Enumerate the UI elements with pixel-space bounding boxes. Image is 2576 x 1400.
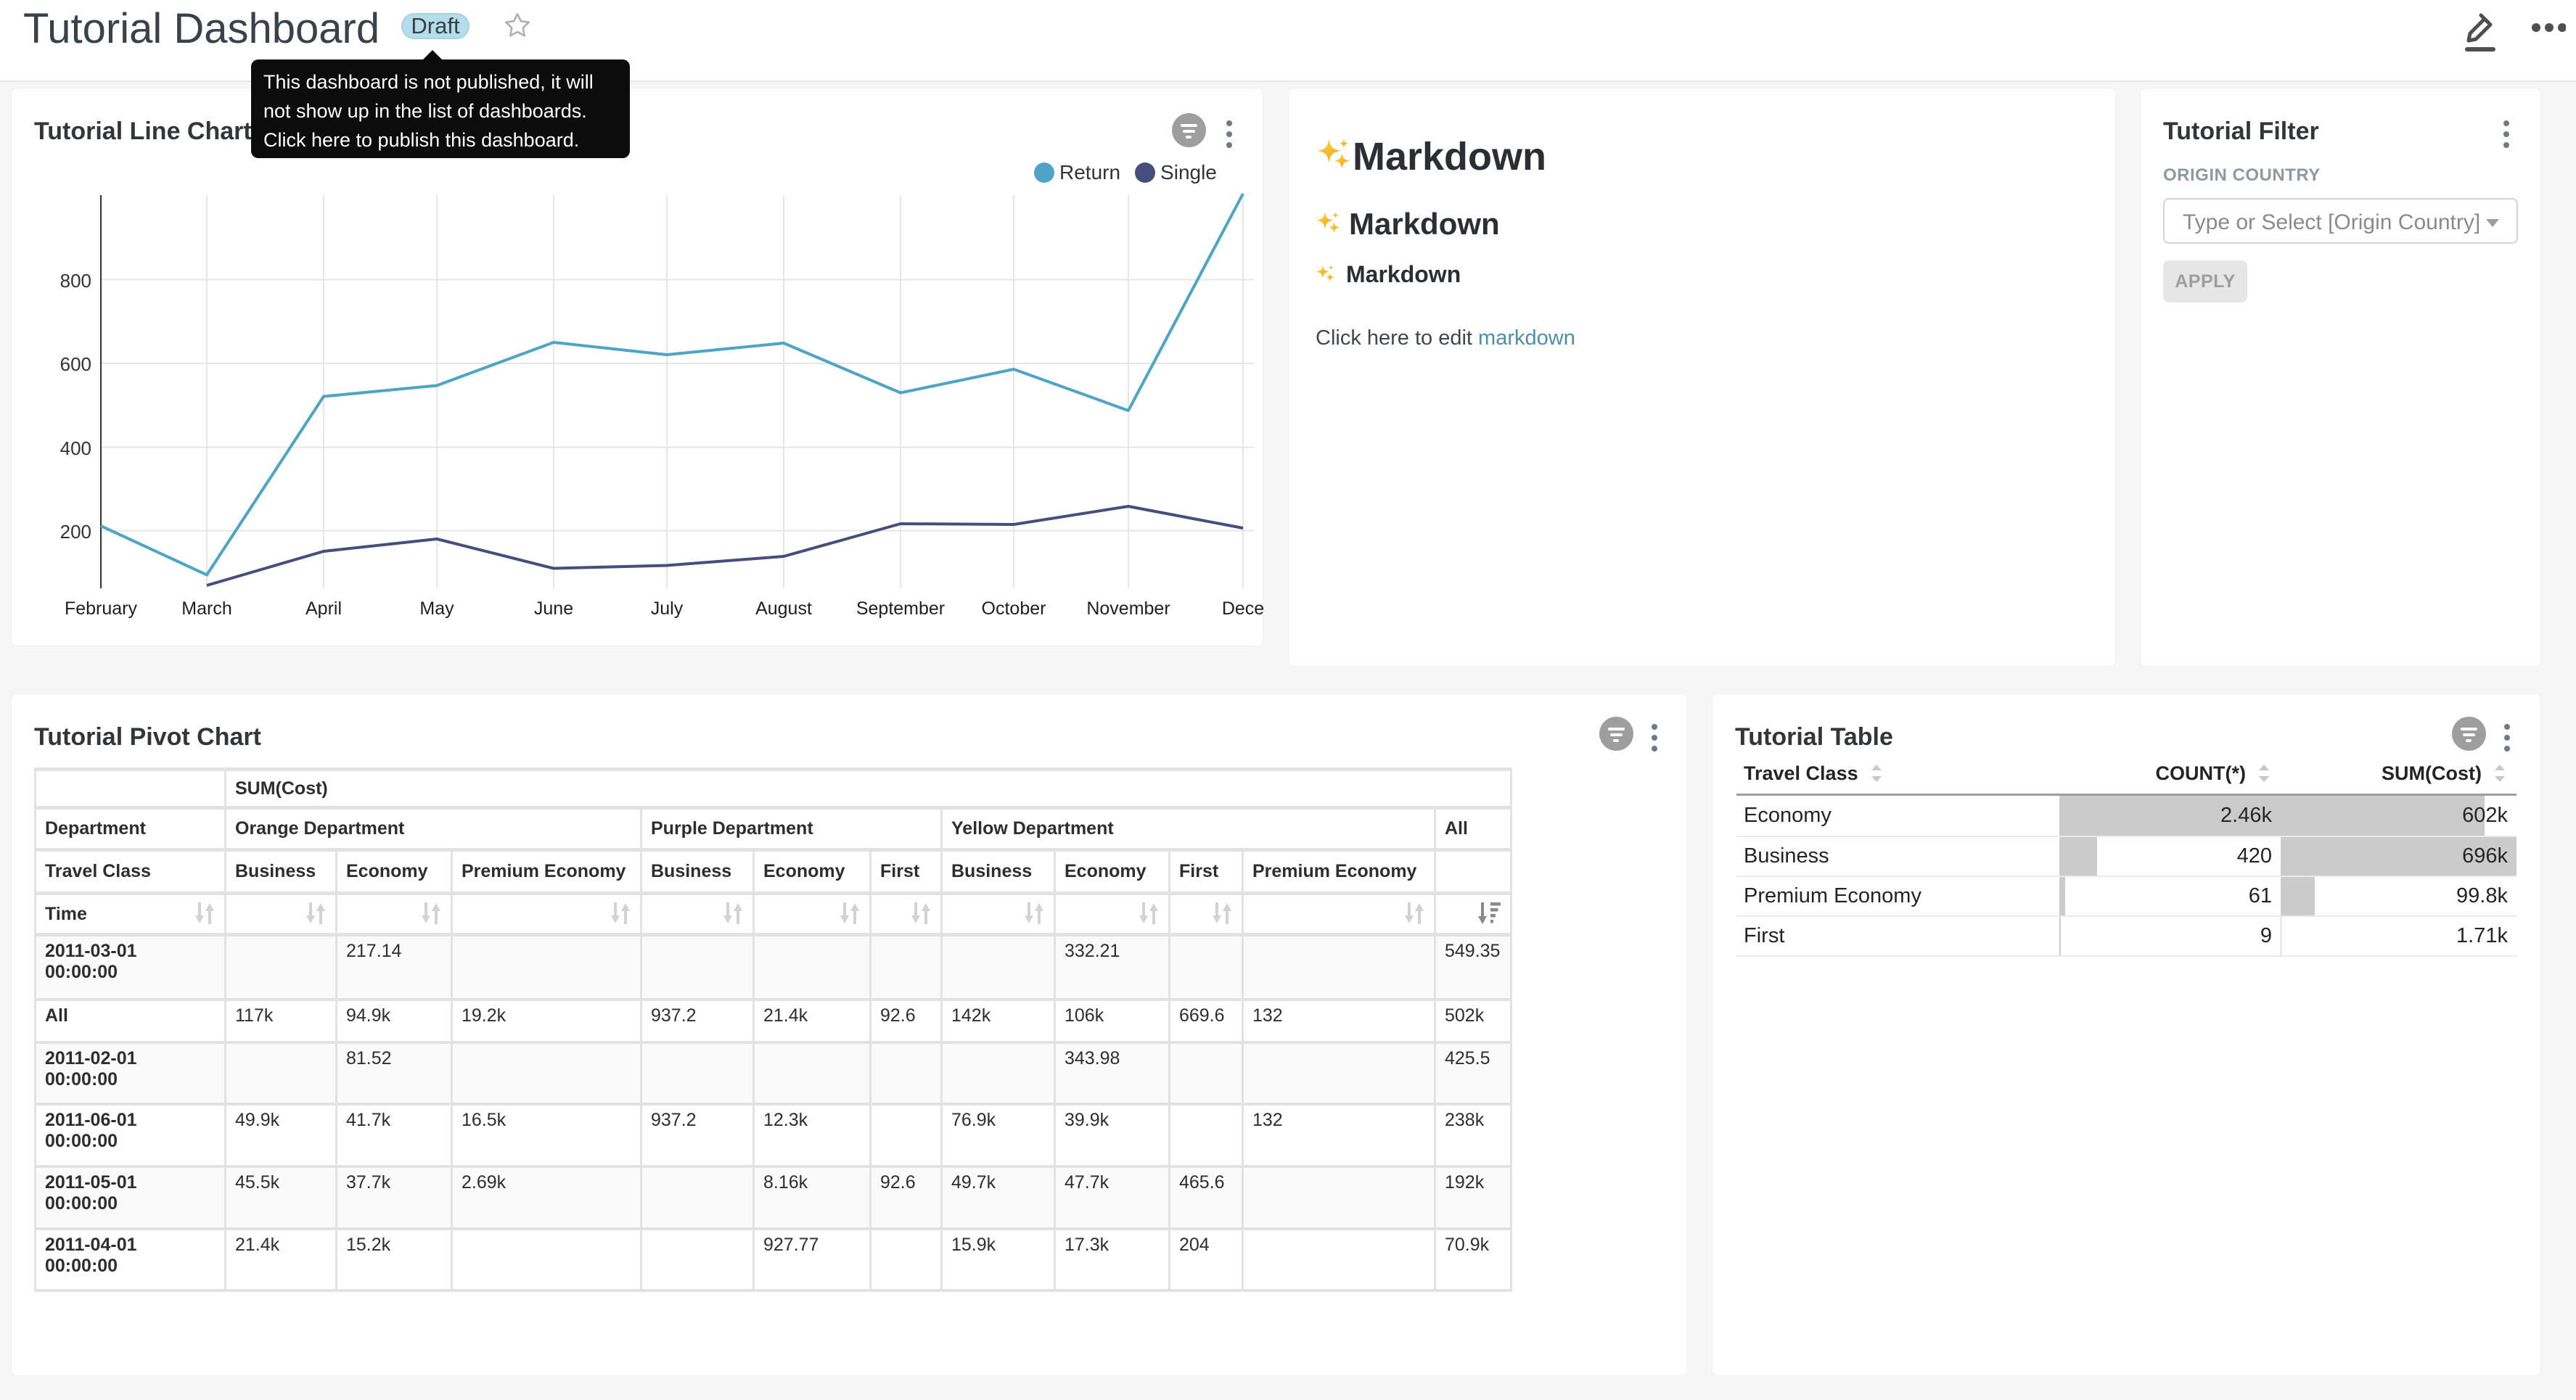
svg-text:May: May — [419, 598, 454, 619]
svg-text:February: February — [65, 598, 138, 619]
svg-text:October: October — [982, 598, 1046, 619]
svg-text:April: April — [305, 598, 342, 619]
svg-text:March: March — [181, 598, 231, 619]
svg-text:November: November — [1086, 598, 1170, 619]
svg-text:400: 400 — [60, 437, 91, 459]
svg-text:September: September — [856, 598, 945, 619]
svg-text:Dece: Dece — [1222, 598, 1264, 619]
svg-text:August: August — [755, 598, 812, 619]
svg-text:June: June — [534, 598, 573, 619]
svg-text:July: July — [651, 598, 684, 619]
svg-text:800: 800 — [60, 270, 91, 292]
svg-text:200: 200 — [60, 521, 91, 543]
svg-text:600: 600 — [60, 353, 91, 375]
